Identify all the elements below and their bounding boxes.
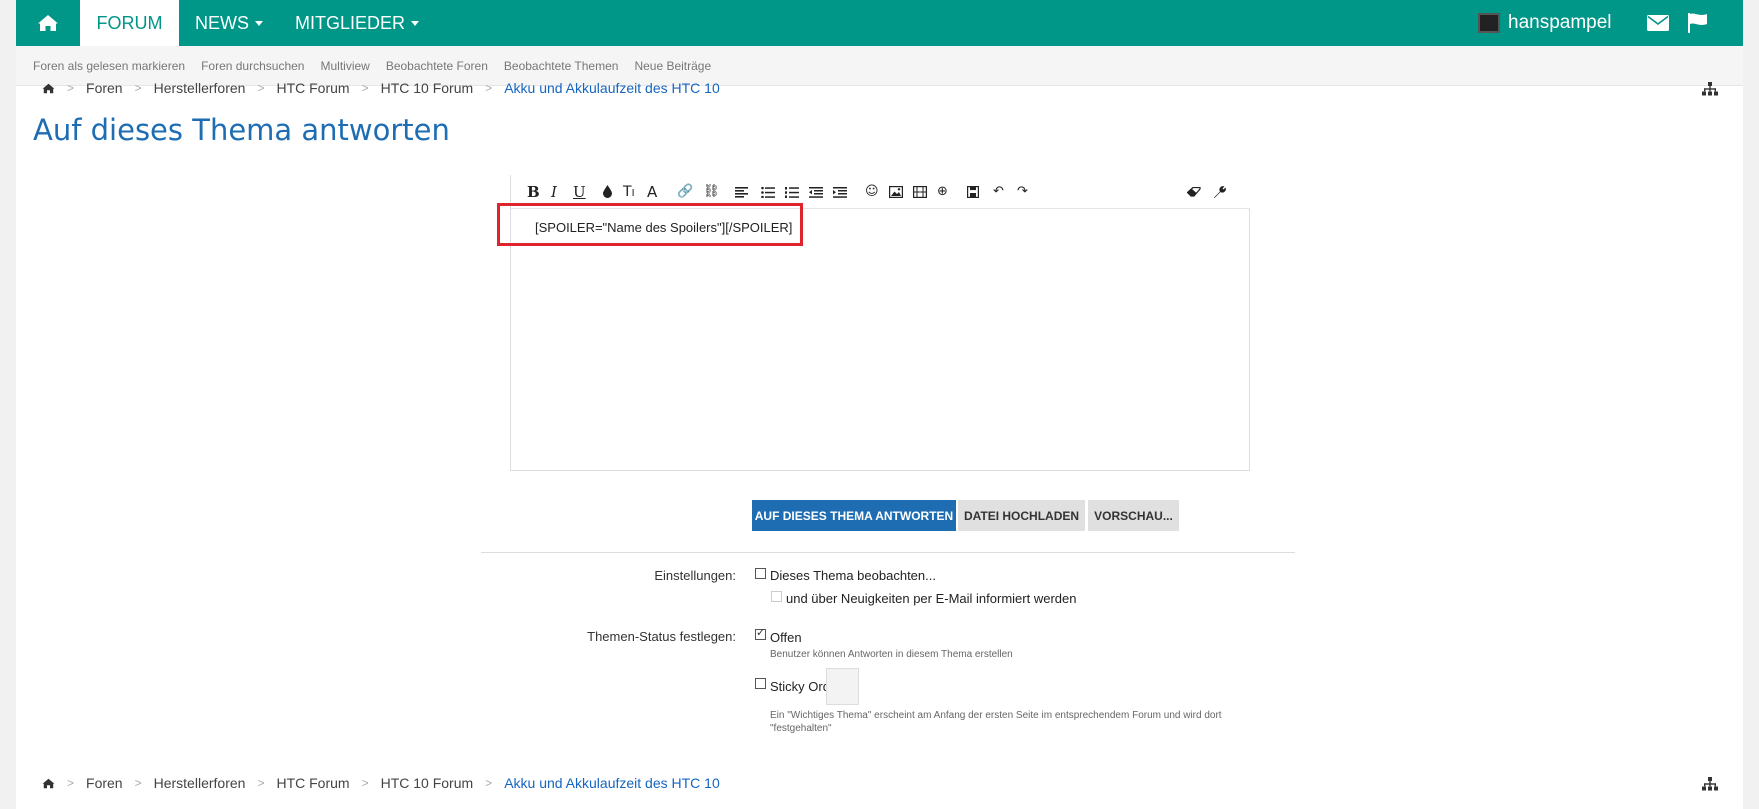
- chevron-right-icon: >: [361, 776, 369, 790]
- subnav-mark-read[interactable]: Foren als gelesen markieren: [33, 59, 185, 73]
- tab-news[interactable]: NEWS: [195, 0, 263, 46]
- eraser-icon[interactable]: [1187, 187, 1201, 197]
- envelope-icon: [1647, 15, 1669, 31]
- highlight-box: [497, 203, 803, 246]
- subnav-watched-forums[interactable]: Beobachtete Foren: [386, 59, 488, 73]
- redo-icon[interactable]: ↷: [1017, 184, 1028, 200]
- preview-button-label: VORSCHAU...: [1094, 508, 1173, 523]
- sticky-hint-continued: "festgehalten": [770, 723, 832, 734]
- link-icon[interactable]: 🔗: [677, 184, 693, 200]
- upload-file-button[interactable]: DATEI HOCHLADEN: [958, 500, 1085, 531]
- color-drop-icon[interactable]: [603, 185, 612, 198]
- sitemap-icon[interactable]: [1702, 777, 1718, 791]
- breadcrumb-link[interactable]: Foren: [86, 80, 123, 96]
- settings-label: Einstellungen:: [654, 568, 736, 583]
- user-menu[interactable]: hanspampel: [1478, 0, 1612, 46]
- italic-icon[interactable]: I: [551, 184, 557, 200]
- chevron-right-icon: >: [134, 776, 142, 790]
- font-family-icon[interactable]: A: [647, 184, 657, 200]
- username: hanspampel: [1508, 12, 1612, 33]
- align-icon[interactable]: [735, 187, 748, 198]
- divider: [481, 552, 1295, 553]
- tab-forum[interactable]: FORUM: [80, 0, 179, 46]
- numbered-list-icon[interactable]: [785, 187, 799, 198]
- underline-icon[interactable]: U: [573, 184, 586, 200]
- sticky-order-input[interactable]: [826, 668, 859, 705]
- watch-thread-label: Dieses Thema beobachten...: [770, 568, 936, 583]
- insert-icon[interactable]: ⊕: [937, 184, 948, 200]
- thread-open-label: Offen: [770, 630, 802, 645]
- email-notify-label: und über Neuigkeiten per E-Mail informie…: [786, 591, 1077, 606]
- tab-mitglieder[interactable]: MITGLIEDER: [295, 0, 420, 46]
- tab-news-label: NEWS: [195, 12, 249, 33]
- image-icon[interactable]: [889, 186, 903, 198]
- thread-status-label: Themen-Status festlegen:: [587, 629, 736, 644]
- subnav-multiview[interactable]: Multiview: [320, 59, 369, 73]
- font-size-icon[interactable]: TI: [623, 184, 635, 202]
- watch-thread-checkbox[interactable]: [755, 568, 766, 579]
- breadcrumb-link[interactable]: HTC 10 Forum: [381, 775, 474, 791]
- reply-button[interactable]: AUF DIESES THEMA ANTWORTEN: [752, 500, 956, 531]
- home-icon[interactable]: [42, 778, 55, 789]
- breadcrumb-current[interactable]: Akku und Akkulaufzeit des HTC 10: [504, 775, 720, 791]
- chevron-right-icon: >: [67, 776, 75, 790]
- undo-icon[interactable]: ↶: [993, 184, 1004, 200]
- chevron-right-icon: >: [67, 81, 75, 95]
- indent-icon[interactable]: [833, 187, 847, 198]
- sticky-checkbox[interactable]: [755, 678, 766, 689]
- subnav-search-forums[interactable]: Foren durchsuchen: [201, 59, 304, 73]
- home-button[interactable]: [16, 0, 80, 46]
- chevron-right-icon: >: [485, 81, 493, 95]
- flag-icon: [1688, 13, 1707, 33]
- breadcrumb-top: > Foren > Herstellerforen > HTC Forum > …: [42, 80, 720, 96]
- breadcrumb-link[interactable]: Foren: [86, 775, 123, 791]
- alerts-button[interactable]: [1678, 0, 1718, 46]
- caret-down-icon: [411, 20, 420, 26]
- page: FORUM NEWS MITGLIEDER hanspampel Foren a…: [16, 0, 1743, 809]
- thread-open-hint: Benutzer können Antworten in diesem Them…: [770, 649, 1013, 660]
- caret-down-icon: [255, 20, 263, 26]
- sitemap-icon[interactable]: [1702, 82, 1718, 96]
- subnav-new-posts[interactable]: Neue Beiträge: [634, 59, 711, 73]
- chevron-right-icon: >: [134, 81, 142, 95]
- media-icon[interactable]: [913, 186, 927, 198]
- avatar: [1478, 13, 1500, 33]
- sticky-hint: Ein "Wichtiges Thema" erscheint am Anfan…: [770, 710, 1222, 721]
- chevron-right-icon: >: [257, 776, 265, 790]
- chevron-right-icon: >: [257, 81, 265, 95]
- inbox-button[interactable]: [1638, 0, 1678, 46]
- chevron-right-icon: >: [361, 81, 369, 95]
- tab-forum-label: FORUM: [96, 12, 163, 33]
- smiley-icon[interactable]: ☺: [865, 184, 879, 200]
- breadcrumb-link[interactable]: HTC Forum: [276, 80, 349, 96]
- breadcrumb-link[interactable]: Herstellerforen: [154, 80, 246, 96]
- subnav-watched-threads[interactable]: Beobachtete Themen: [504, 59, 619, 73]
- reply-button-label: AUF DIESES THEMA ANTWORTEN: [754, 508, 954, 523]
- page-title: Auf dieses Thema antworten: [33, 113, 450, 147]
- bullet-list-icon[interactable]: [761, 187, 775, 198]
- top-navigation: FORUM NEWS MITGLIEDER hanspampel: [16, 0, 1743, 46]
- home-icon: [38, 15, 58, 31]
- breadcrumb-bottom: > Foren > Herstellerforen > HTC Forum > …: [42, 775, 720, 791]
- breadcrumb-current[interactable]: Akku und Akkulaufzeit des HTC 10: [504, 80, 720, 96]
- home-icon[interactable]: [42, 83, 55, 94]
- bold-icon[interactable]: B: [527, 184, 540, 200]
- preview-button[interactable]: VORSCHAU...: [1088, 500, 1179, 531]
- outdent-icon[interactable]: [809, 187, 823, 198]
- email-notify-checkbox[interactable]: [771, 591, 782, 602]
- upload-file-button-label: DATEI HOCHLADEN: [963, 508, 1080, 523]
- breadcrumb-link[interactable]: HTC Forum: [276, 775, 349, 791]
- breadcrumb-link[interactable]: HTC 10 Forum: [381, 80, 474, 96]
- save-draft-icon[interactable]: [967, 186, 979, 198]
- wrench-icon[interactable]: [1213, 185, 1226, 199]
- breadcrumb-link[interactable]: Herstellerforen: [154, 775, 246, 791]
- tab-mitglieder-label: MITGLIEDER: [295, 12, 406, 33]
- thread-open-checkbox[interactable]: [755, 626, 766, 640]
- chevron-right-icon: >: [485, 776, 493, 790]
- unlink-icon[interactable]: ⛓: [703, 184, 720, 200]
